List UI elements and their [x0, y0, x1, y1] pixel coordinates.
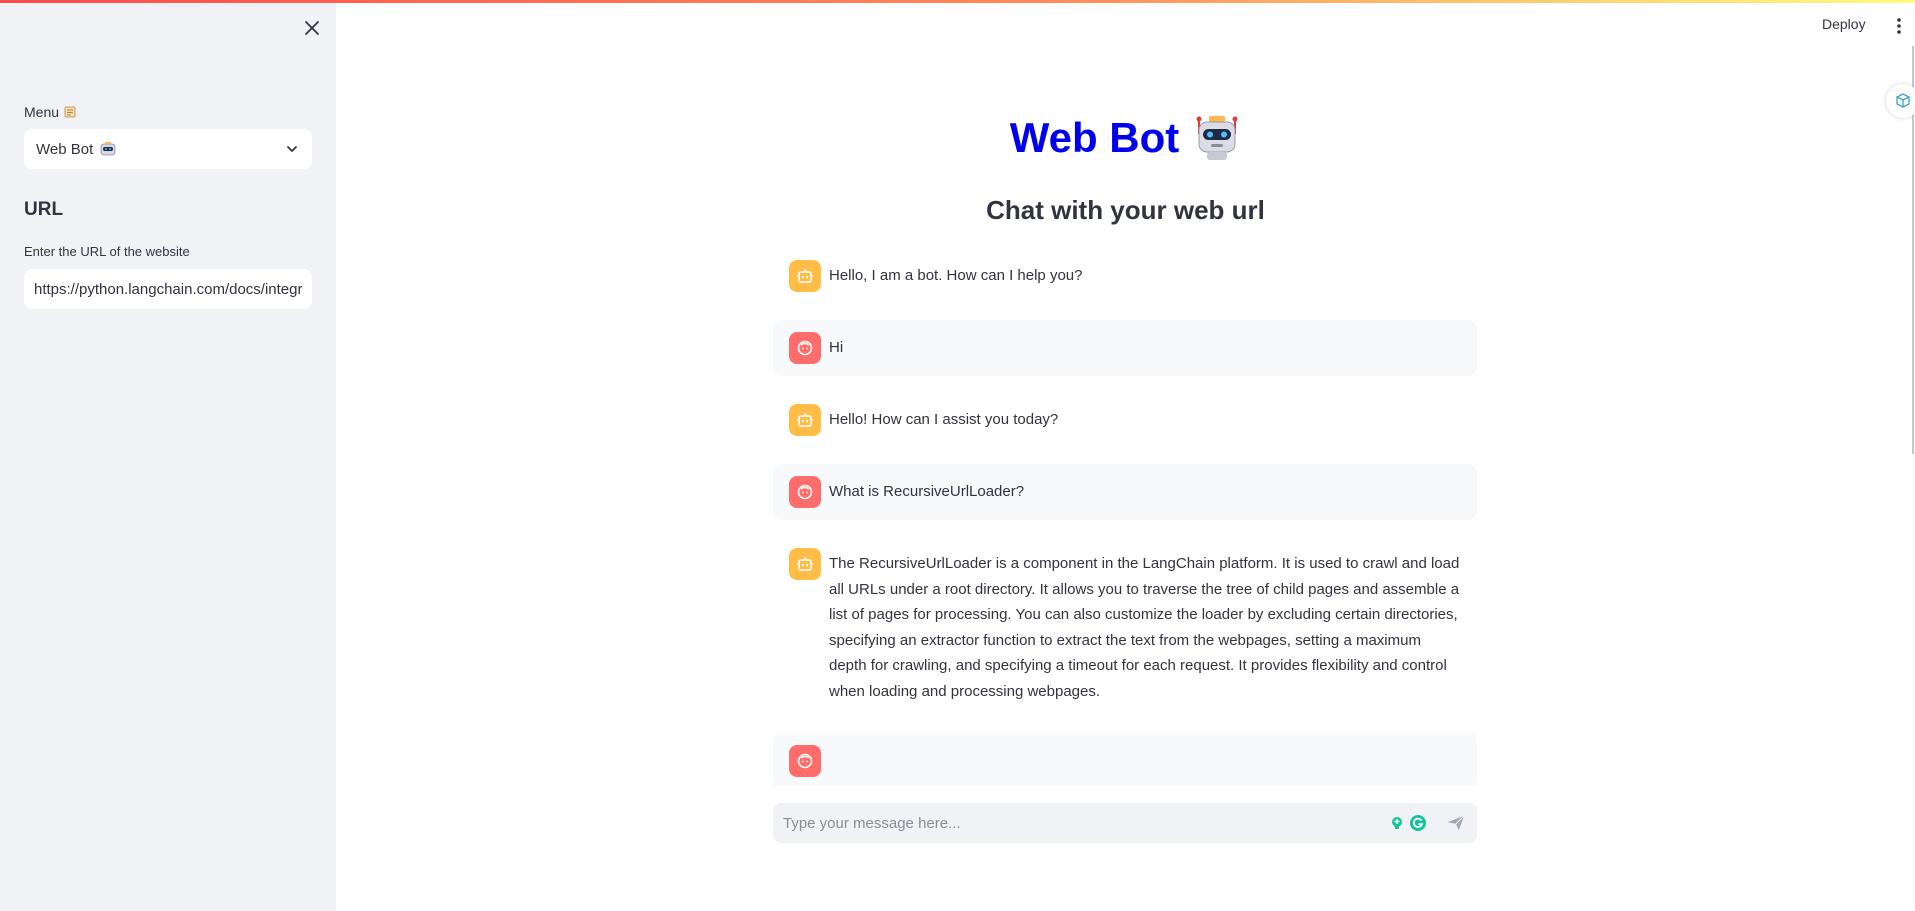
top-decoration-bar [0, 0, 1915, 3]
page-title: Web Bot [0, 114, 1915, 162]
grammarly-icon [1410, 815, 1426, 831]
page-subtitle: Chat with your web url [986, 195, 1265, 225]
bot-avatar-icon [789, 404, 821, 436]
grammarly-widget[interactable] [1389, 814, 1427, 832]
user-avatar-icon [789, 744, 821, 777]
kebab-menu-icon[interactable] [1893, 16, 1905, 36]
chat-history[interactable]: Hello, I am a bot. How can I help you? H… [773, 248, 1477, 786]
bot-avatar-icon [789, 260, 821, 292]
extension-widget[interactable] [1886, 84, 1915, 118]
deploy-button[interactable]: Deploy [1822, 16, 1866, 32]
bulb-icon [1392, 817, 1402, 829]
user-avatar-icon [789, 332, 821, 364]
close-icon[interactable] [300, 16, 324, 40]
chat-message-user: Hi [773, 320, 1477, 376]
message-text: Hello, I am a bot. How can I help you? [829, 267, 1083, 284]
chat-input-box [773, 803, 1477, 843]
chat-message-bot: Hello! How can I assist you today? [773, 392, 1477, 448]
url-input-label: Enter the URL of the website [24, 244, 190, 259]
chat-message-bot: Hello, I am a bot. How can I help you? [773, 248, 1477, 304]
url-input[interactable] [24, 269, 312, 309]
send-icon[interactable] [1445, 812, 1467, 834]
page-title-text: Web Bot [1009, 114, 1180, 161]
chat-message-user: What is RecursiveUrlLoader? [773, 464, 1477, 520]
message-text: Hi [829, 339, 844, 356]
chat-message-bot: The RecursiveUrlLoader is a component in… [773, 536, 1477, 717]
message-text: Hello! How can I assist you today? [829, 411, 1059, 428]
bot-avatar-icon [789, 548, 821, 580]
message-text: What is RecursiveUrlLoader? [829, 483, 1025, 500]
chat-message-user [773, 732, 1477, 786]
message-text: The RecursiveUrlLoader is a component in… [829, 555, 1460, 700]
user-avatar-icon [789, 476, 821, 508]
cube-icon [1896, 93, 1910, 108]
chat-input[interactable] [783, 814, 1389, 832]
robot-emoji-icon [1196, 116, 1238, 160]
url-section-heading: URL [24, 199, 64, 220]
